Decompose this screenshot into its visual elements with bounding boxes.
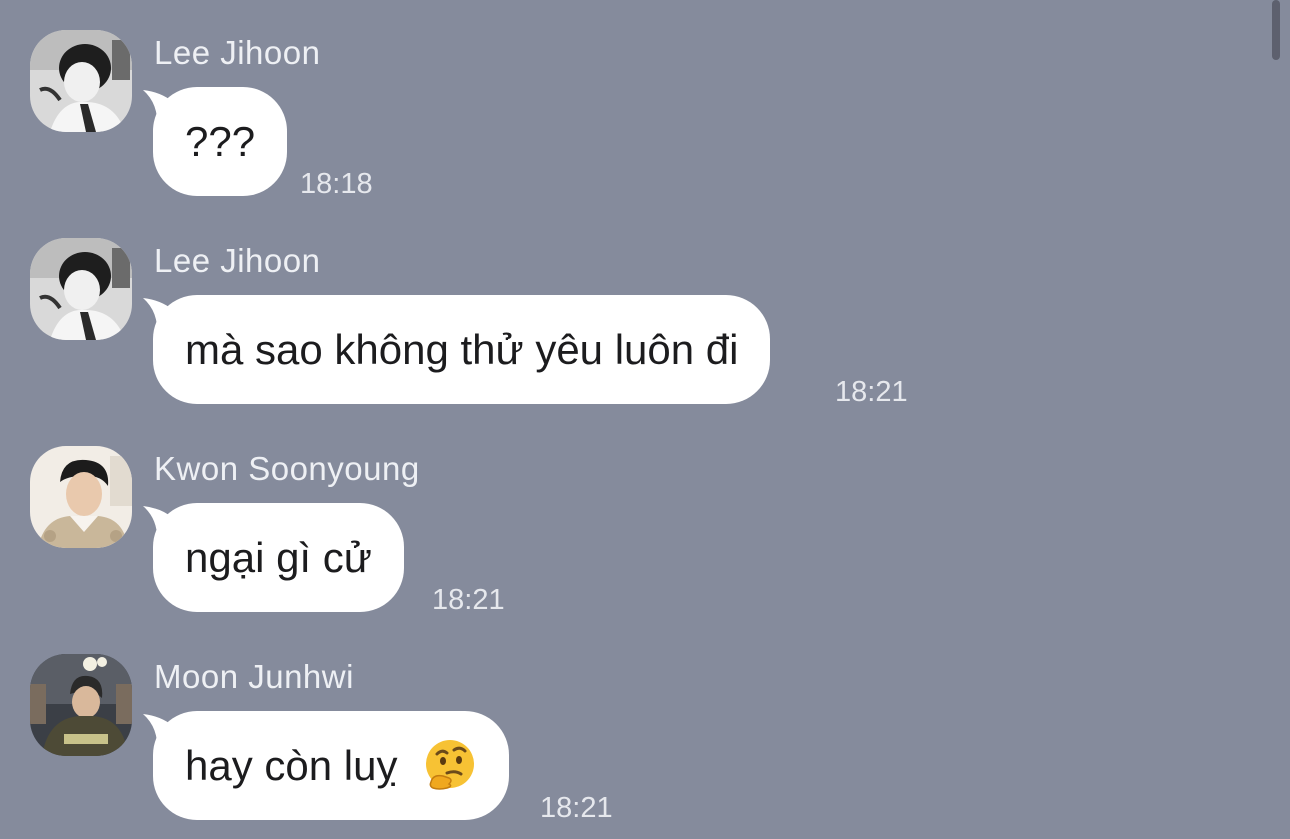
message-time: 18:21: [432, 584, 505, 616]
sender-name: Lee Jihoon: [154, 34, 321, 71]
avatar[interactable]: [30, 30, 132, 132]
message-text: hay còn luỵ: [185, 742, 398, 789]
message-row: Kwon Soonyoung ngại gì cử 18:21: [0, 446, 1270, 646]
message-text: ???: [185, 118, 256, 165]
chat-thread: Lee Jihoon ??? 18:18 Lee Jihoon mà sao k…: [0, 0, 1290, 839]
avatar[interactable]: [30, 654, 132, 756]
avatar[interactable]: [30, 238, 132, 340]
message-text: ngại gì cử: [185, 534, 372, 581]
thinking-face-icon: [426, 739, 475, 790]
message-row: Moon Junhwi hay còn luỵ 18:21: [0, 654, 1270, 839]
avatar[interactable]: [30, 446, 132, 548]
message-text: mà sao không thử yêu luôn đi: [185, 326, 739, 373]
avatar-photo-icon: [30, 446, 132, 548]
sender-name: Moon Junhwi: [154, 658, 354, 695]
message-bubble[interactable]: ngại gì cử: [153, 503, 404, 612]
message-row: Lee Jihoon mà sao không thử yêu luôn đi …: [0, 238, 1270, 438]
message-time: 18:21: [540, 792, 613, 824]
message-time: 18:21: [835, 376, 908, 408]
sender-name: Lee Jihoon: [154, 242, 321, 279]
avatar-photo-icon: [30, 30, 132, 132]
scrollbar[interactable]: [1272, 0, 1280, 60]
avatar-photo-icon: [30, 238, 132, 340]
message-time: 18:18: [300, 168, 373, 200]
message-row: Lee Jihoon ??? 18:18: [0, 30, 1270, 230]
message-bubble[interactable]: hay còn luỵ: [153, 711, 510, 820]
avatar-photo-icon: [30, 654, 132, 756]
message-bubble[interactable]: mà sao không thử yêu luôn đi: [153, 295, 771, 404]
sender-name: Kwon Soonyoung: [154, 450, 420, 487]
message-bubble[interactable]: ???: [153, 87, 288, 196]
